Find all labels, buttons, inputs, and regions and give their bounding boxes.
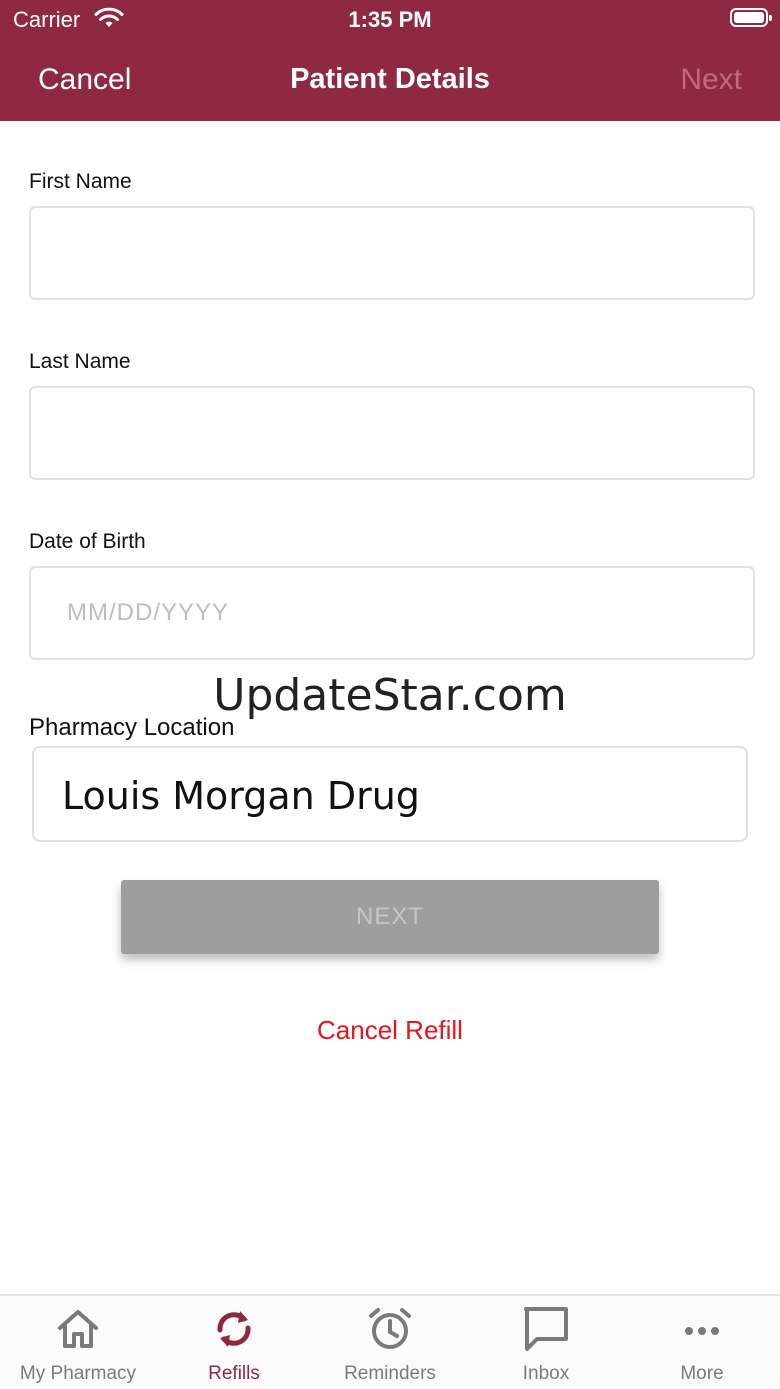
tab-label: Inbox bbox=[522, 1363, 570, 1384]
next-nav-button[interactable]: Next bbox=[680, 63, 742, 97]
status-bar: Carrier 1:35 PM bbox=[0, 0, 780, 40]
dob-input[interactable] bbox=[31, 568, 753, 658]
tab-reminders[interactable]: Reminders bbox=[312, 1296, 468, 1389]
last-name-label: Last Name bbox=[29, 350, 131, 373]
tab-bar: My Pharmacy Refills Reminders Inbox More bbox=[0, 1294, 780, 1387]
first-name-input[interactable] bbox=[31, 208, 753, 298]
first-name-field[interactable] bbox=[29, 206, 755, 300]
tab-my-pharmacy[interactable]: My Pharmacy bbox=[0, 1296, 156, 1389]
dob-label: Date of Birth bbox=[29, 530, 146, 553]
next-button[interactable]: NEXT bbox=[121, 880, 659, 954]
status-time: 1:35 PM bbox=[348, 7, 432, 32]
alarm-clock-icon bbox=[369, 1308, 411, 1349]
tab-label: More bbox=[680, 1363, 724, 1384]
cancel-refill-link[interactable]: Cancel Refill bbox=[0, 1015, 780, 1046]
tab-more[interactable]: More bbox=[624, 1296, 780, 1389]
refresh-icon bbox=[217, 1311, 251, 1347]
tab-inbox[interactable]: Inbox bbox=[468, 1296, 624, 1389]
pharmacy-location-field[interactable]: Louis Morgan Drug bbox=[32, 746, 748, 842]
first-name-label: First Name bbox=[29, 170, 132, 193]
last-name-field[interactable] bbox=[29, 386, 755, 480]
ellipsis-icon bbox=[685, 1327, 719, 1335]
tab-label: Refills bbox=[208, 1363, 260, 1384]
last-name-input[interactable] bbox=[31, 388, 753, 478]
tab-refills[interactable]: Refills bbox=[156, 1296, 312, 1389]
pharmacy-location-label: Pharmacy Location bbox=[29, 714, 235, 741]
page-title: Patient Details bbox=[290, 63, 490, 95]
home-icon bbox=[58, 1310, 98, 1348]
dob-field[interactable] bbox=[29, 566, 755, 660]
pharmacy-location-value: Louis Morgan Drug bbox=[62, 774, 420, 818]
app-header: Carrier 1:35 PM Cancel Patient Details N… bbox=[0, 0, 780, 121]
tab-label: My Pharmacy bbox=[19, 1363, 137, 1384]
tab-label: Reminders bbox=[344, 1363, 436, 1384]
battery-icon bbox=[730, 8, 772, 27]
chat-bubble-icon bbox=[524, 1307, 568, 1351]
